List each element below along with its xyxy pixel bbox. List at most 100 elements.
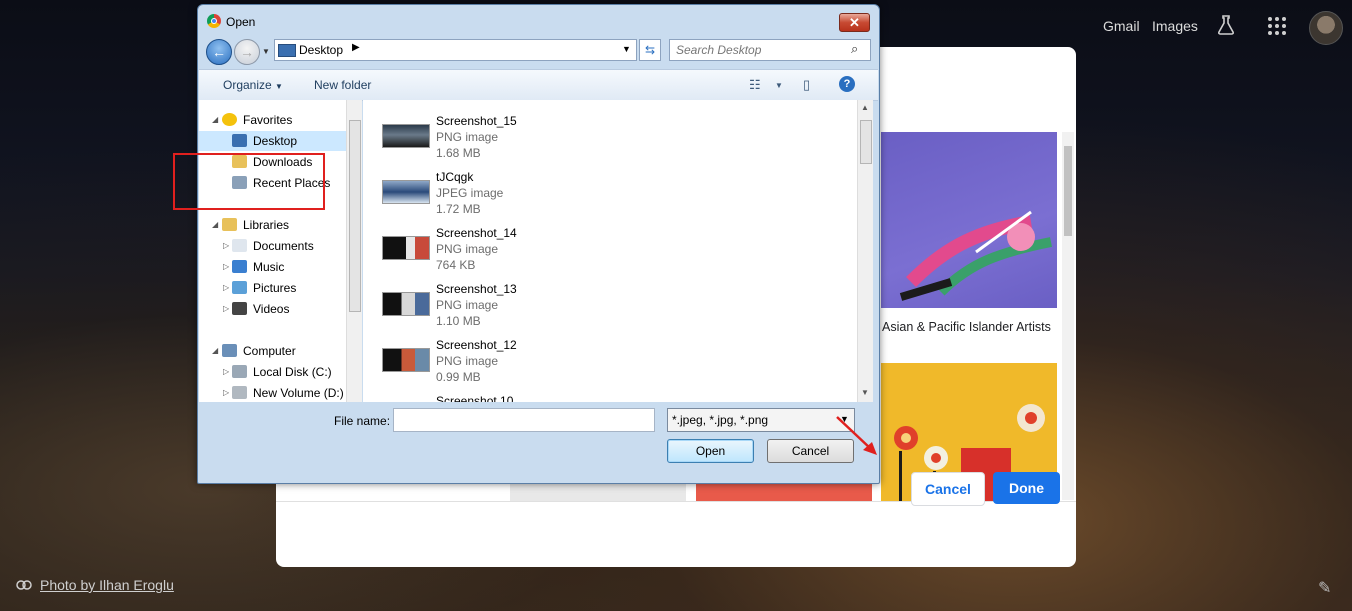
expand-icon[interactable]: ▷ <box>223 388 229 397</box>
refresh-button[interactable]: ⇆ <box>639 39 661 61</box>
nav-item-label: Pictures <box>253 281 297 295</box>
link-icon <box>16 580 32 590</box>
nav-item-libraries[interactable]: ◢ Libraries <box>199 215 346 235</box>
file-thumbnail <box>382 124 430 148</box>
nav-item-videos[interactable]: ▷ Videos <box>199 299 346 319</box>
nav-item-label: Music <box>253 260 285 274</box>
expand-icon[interactable]: ▷ <box>223 367 229 376</box>
user-avatar-icon[interactable] <box>1309 11 1343 45</box>
star-icon <box>222 113 237 126</box>
navigation-pane: ◢ Favorites Desktop Downloads Recent Places ◢… <box>199 100 346 402</box>
address-location[interactable]: Desktop <box>299 43 343 57</box>
nav-item-new-volume-d[interactable]: ▷ New Volume (D:) <box>199 383 346 403</box>
scroll-down-icon[interactable]: ▼ <box>861 388 869 397</box>
file-type-filter[interactable]: *.jpeg, *.jpg, *.png ▼ <box>667 408 855 432</box>
expand-icon[interactable]: ▷ <box>223 262 229 271</box>
chevron-down-icon: ▼ <box>275 82 283 91</box>
gmail-link[interactable]: Gmail <box>1103 18 1140 34</box>
done-button[interactable]: Done <box>993 472 1060 504</box>
documents-icon <box>232 239 247 252</box>
collapse-icon[interactable]: ◢ <box>212 346 218 355</box>
view-options-icon[interactable]: ☷ <box>749 77 761 93</box>
command-toolbar: Organize ▼ New folder ☷ ▼ ▯ ? <box>199 69 878 101</box>
computer-icon <box>222 344 237 357</box>
nav-item-label: New Volume (D:) <box>253 386 344 400</box>
expand-icon[interactable]: ▷ <box>223 304 229 313</box>
nav-item-favorites[interactable]: ◢ Favorites <box>199 110 346 130</box>
file-item[interactable]: Screenshot_14 PNG image 764 KB <box>363 222 857 278</box>
close-icon: ✕ <box>849 14 860 30</box>
pencil-icon[interactable]: ✎ <box>1318 578 1331 598</box>
apps-grid-icon[interactable] <box>1268 17 1286 38</box>
file-size: 1.72 MB <box>436 202 481 216</box>
file-type: PNG image <box>436 130 499 144</box>
gallery-scrollbar-thumb[interactable] <box>1064 146 1072 236</box>
collapse-icon[interactable]: ◢ <box>212 115 218 124</box>
search-icon[interactable]: ⌕ <box>851 41 858 57</box>
drive-icon <box>232 386 247 399</box>
file-thumbnail <box>382 180 430 204</box>
file-list-scrollbar-thumb[interactable] <box>860 120 872 164</box>
file-type: PNG image <box>436 298 499 312</box>
navigation-scrollbar[interactable] <box>346 100 362 402</box>
open-button[interactable]: Open <box>667 439 754 463</box>
nav-item-desktop[interactable]: Desktop <box>199 131 346 151</box>
organize-menu[interactable]: Organize ▼ <box>223 78 283 92</box>
file-open-dialog: Open ✕ ← → ▼ Desktop ▶ ▼ ⇆ Search Deskto… <box>197 4 880 484</box>
nav-item-pictures[interactable]: ▷ Pictures <box>199 278 346 298</box>
nav-item-label: Favorites <box>243 113 293 127</box>
file-name: Screenshot_13 <box>436 282 517 296</box>
file-thumbnail <box>382 292 430 316</box>
chevron-down-icon[interactable]: ▼ <box>775 81 783 90</box>
back-button[interactable]: ← <box>206 39 232 65</box>
artwork-card-purple[interactable] <box>881 132 1057 308</box>
file-type: JPEG image <box>436 186 504 200</box>
navigation-scrollbar-thumb[interactable] <box>349 120 361 312</box>
close-button[interactable]: ✕ <box>839 13 870 32</box>
desktop-folder-icon <box>278 44 296 57</box>
file-list-scrollbar[interactable]: ▲ ▼ <box>857 100 873 402</box>
file-item[interactable]: Screenshot_13 PNG image 1.10 MB <box>363 278 857 334</box>
organize-label: Organize <box>223 78 272 92</box>
search-placeholder: Search Desktop <box>676 43 762 57</box>
nav-item-label: Desktop <box>253 134 298 148</box>
chevron-down-icon[interactable]: ▼ <box>622 44 631 54</box>
file-name-input[interactable] <box>393 408 655 432</box>
expand-icon[interactable]: ▷ <box>223 283 229 292</box>
new-folder-button[interactable]: New folder <box>314 78 371 92</box>
file-name: Screenshot_14 <box>436 226 517 240</box>
recent-locations-dropdown[interactable]: ▼ <box>262 47 270 56</box>
file-thumbnail <box>382 236 430 260</box>
file-item[interactable]: tJCqgk JPEG image 1.72 MB <box>363 166 857 222</box>
file-name: Screenshot_12 <box>436 338 517 352</box>
collapse-icon[interactable]: ◢ <box>212 220 218 229</box>
search-input[interactable]: Search Desktop ⌕ <box>669 39 871 61</box>
preview-pane-icon[interactable]: ▯ <box>803 77 810 93</box>
file-thumbnail <box>382 348 430 372</box>
cancel-button[interactable]: Cancel <box>911 472 985 506</box>
nav-item-local-disk-c[interactable]: ▷ Local Disk (C:) <box>199 362 346 382</box>
images-link[interactable]: Images <box>1152 18 1198 34</box>
file-item[interactable]: Screenshot 10 <box>363 390 857 402</box>
nav-item-computer[interactable]: ◢ Computer <box>199 341 346 361</box>
nav-item-music[interactable]: ▷ Music <box>199 257 346 277</box>
videos-icon <box>232 302 247 315</box>
scroll-up-icon[interactable]: ▲ <box>861 103 869 112</box>
nav-item-label: Documents <box>253 239 314 253</box>
file-name-label: File name: <box>334 414 391 428</box>
file-item[interactable]: Screenshot_15 PNG image 1.68 MB <box>363 110 857 166</box>
nav-item-documents[interactable]: ▷ Documents <box>199 236 346 256</box>
chevron-right-icon[interactable]: ▶ <box>352 42 360 53</box>
file-item[interactable]: Screenshot_12 PNG image 0.99 MB <box>363 334 857 390</box>
file-size: 764 KB <box>436 258 476 272</box>
flask-icon[interactable] <box>1217 15 1235 38</box>
expand-icon[interactable]: ▷ <box>223 241 229 250</box>
forward-button[interactable]: → <box>234 39 260 65</box>
file-size: 1.68 MB <box>436 146 481 160</box>
photo-credit-link[interactable]: Photo by Ilhan Eroglu <box>40 577 174 593</box>
desktop-icon <box>232 134 247 147</box>
photo-credit[interactable]: Photo by Ilhan Eroglu <box>16 577 174 593</box>
gallery-scrollbar[interactable] <box>1062 132 1074 500</box>
address-bar[interactable]: Desktop ▶ ▼ <box>274 39 637 61</box>
help-icon[interactable]: ? <box>839 76 855 92</box>
